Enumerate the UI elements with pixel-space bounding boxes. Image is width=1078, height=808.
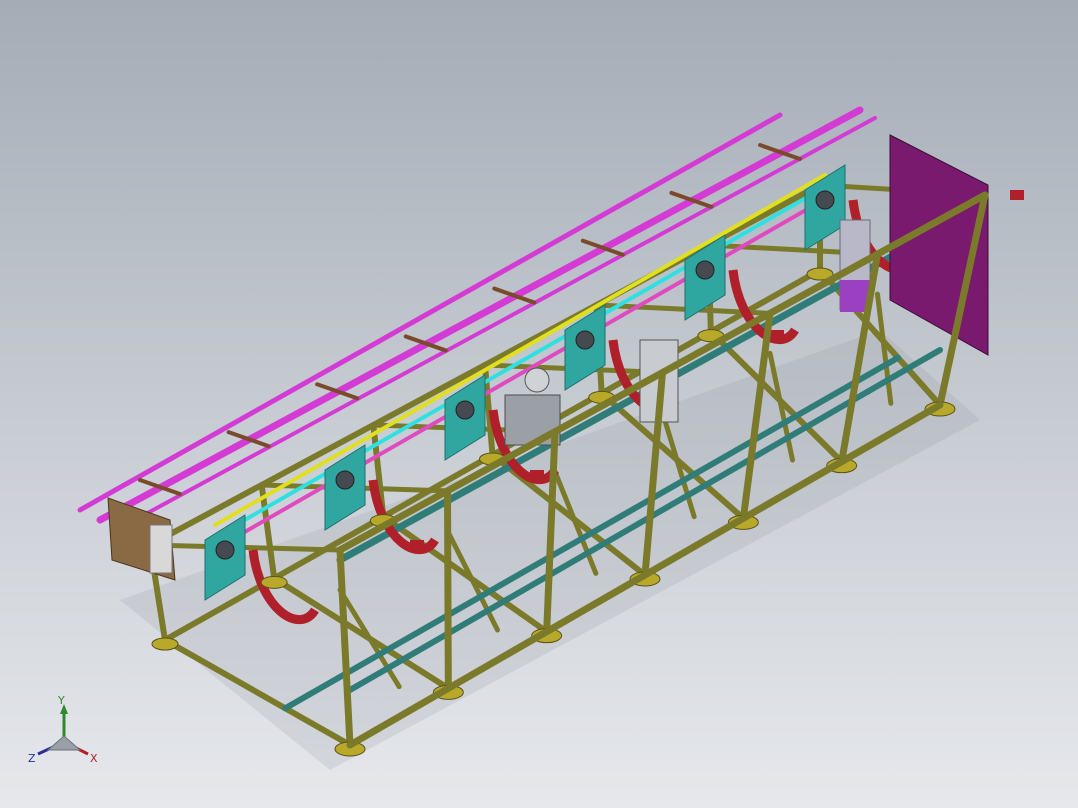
motor-flange xyxy=(524,367,550,393)
left-end-bearing-block xyxy=(149,524,173,574)
pulley-wheel xyxy=(695,260,715,280)
cad-model-assembly[interactable] xyxy=(0,0,1078,808)
pulley-wheel xyxy=(575,330,595,350)
triad-y-label: Y xyxy=(57,694,65,707)
pulley-wheel xyxy=(815,190,835,210)
pulley-wheel xyxy=(215,540,235,560)
pulley-wheel xyxy=(335,470,355,490)
triad-z-label: Z xyxy=(28,752,36,765)
pulley-wheel xyxy=(455,400,475,420)
leveling-foot xyxy=(151,637,179,651)
frame-front-leg xyxy=(444,487,452,692)
triad-base-icon xyxy=(46,735,82,751)
leveling-foot xyxy=(260,575,288,589)
orientation-triad: Y X Z xyxy=(28,694,98,765)
triad-x-label: X xyxy=(90,752,98,765)
3d-viewport[interactable]: Y X Z xyxy=(0,0,1078,808)
belt-clamp xyxy=(1010,190,1024,200)
